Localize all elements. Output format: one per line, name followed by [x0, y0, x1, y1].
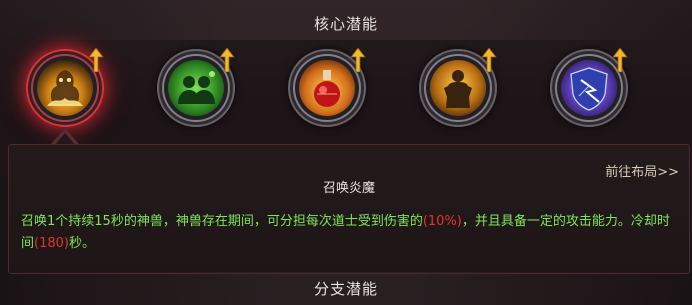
- skill-info-box: 前往布局>> 召唤炎魔 召唤1个持续15秒的神兽，神兽存在期间，可分担每次道士受…: [8, 144, 690, 274]
- skill-slot-twin-summon[interactable]: [157, 48, 235, 127]
- poison-flask-icon: [299, 60, 355, 116]
- upgrade-arrow-icon: [350, 48, 366, 72]
- core-potential-header: 核心潜能: [0, 0, 692, 40]
- skill-row: [0, 40, 692, 155]
- branch-potential-title: 分支潜能: [313, 280, 378, 298]
- upgrade-arrow-icon: [481, 48, 497, 72]
- skill-name: 召唤炎魔: [322, 181, 375, 196]
- twin-summon-icon: [168, 60, 224, 116]
- core-potential-title: 核心潜能: [313, 15, 378, 33]
- desc-value-share: (10%): [422, 214, 462, 229]
- desc-value-cooldown: (180): [34, 236, 69, 251]
- skill-slot-fire-demon[interactable]: [26, 48, 104, 127]
- upgrade-arrow-icon: [219, 48, 235, 72]
- potential-panel: 核心潜能 前往布局>> 召唤炎魔 召唤1个持续15秒的神兽，神兽存在期间，可分担…: [0, 0, 692, 305]
- golden-warrior-icon: [430, 60, 486, 116]
- desc-text-1: 召唤1个持续15秒的神兽，神兽存在期间，可分担每次道士受到伤害的: [21, 214, 423, 229]
- skill-slot-crystal-shield[interactable]: [550, 48, 628, 127]
- fire-demon-icon: [37, 60, 93, 116]
- skill-slot-poison-flask[interactable]: [288, 48, 366, 127]
- crystal-shield-icon: [561, 60, 617, 116]
- skill-slot-golden-warrior[interactable]: [419, 48, 497, 127]
- upgrade-arrow-icon: [612, 48, 628, 72]
- upgrade-arrow-icon: [88, 48, 104, 72]
- skill-description: 召唤1个持续15秒的神兽，神兽存在期间，可分担每次道士受到伤害的(10%)，并且…: [21, 211, 671, 255]
- desc-text-3: 秒。: [68, 236, 95, 251]
